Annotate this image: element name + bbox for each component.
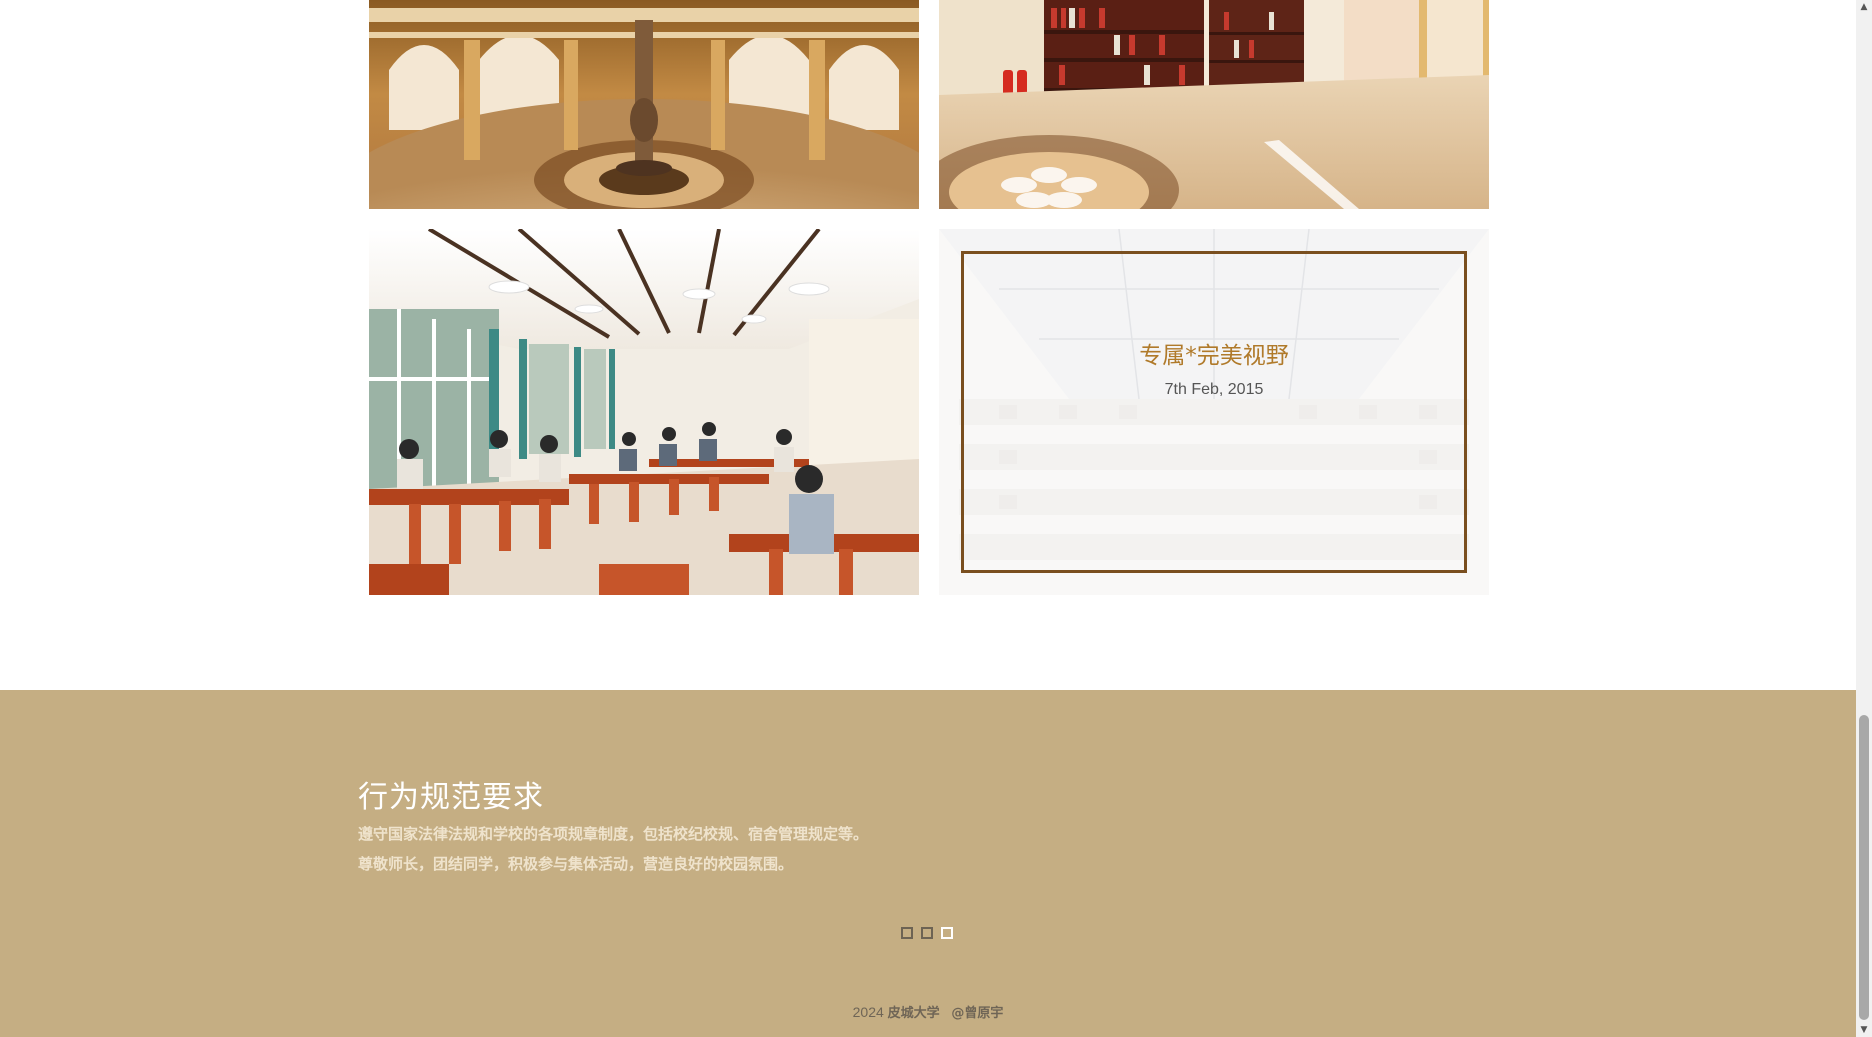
rules-title: 行为规范要求: [358, 780, 544, 815]
scrollbar-thumb[interactable]: [1859, 715, 1869, 1020]
scroll-down-arrow-icon[interactable]: ▼: [1856, 1023, 1872, 1037]
rules-footer-section: 行为规范要求 遵守国家法律法规和学校的各项规章制度，包括校纪校规、宿舍管理规定等…: [0, 690, 1856, 1037]
rotunda-hall-image: [369, 0, 919, 209]
carousel-pagination: [901, 927, 953, 939]
reading-room-photo[interactable]: [369, 229, 919, 595]
school-name: 皮城大学: [887, 1006, 940, 1021]
feature-title[interactable]: 专属*完美视野: [964, 336, 1464, 370]
rules-line: 遵守国家法律法规和学校的各项规章制度，包括校纪校规、宿舍管理规定等。: [358, 825, 869, 843]
carousel-dot-1[interactable]: [901, 927, 913, 939]
feature-date: 7th Feb, 2015: [1164, 381, 1264, 398]
page: 专属*完美视野 7th Feb, 2015 行为规范要求 遵守国家法律法规和学校…: [0, 0, 1856, 1037]
atrium-frame: 专属*完美视野 7th Feb, 2015: [961, 251, 1467, 573]
author-name: @曾原宇: [951, 1006, 1004, 1021]
library-corridor-image: [939, 0, 1489, 209]
carousel-dot-3[interactable]: [941, 927, 953, 939]
reading-room-image: [369, 229, 919, 595]
copyright-year: 2024: [852, 1004, 884, 1020]
rules-line: 尊敬师长，团结同学，积极参与集体活动，营造良好的校园氛围。: [358, 855, 794, 873]
carousel-dot-2[interactable]: [921, 927, 933, 939]
library-corridor-photo[interactable]: [939, 0, 1489, 209]
scroll-up-arrow-icon[interactable]: ▲: [1856, 0, 1872, 14]
rotunda-hall-photo[interactable]: [369, 0, 919, 209]
vertical-scrollbar[interactable]: ▲ ▼: [1856, 0, 1872, 1037]
atrium-feature-card[interactable]: 专属*完美视野 7th Feb, 2015: [939, 229, 1489, 595]
copyright: 2024 皮城大学 @曾原宇: [0, 1002, 1856, 1021]
